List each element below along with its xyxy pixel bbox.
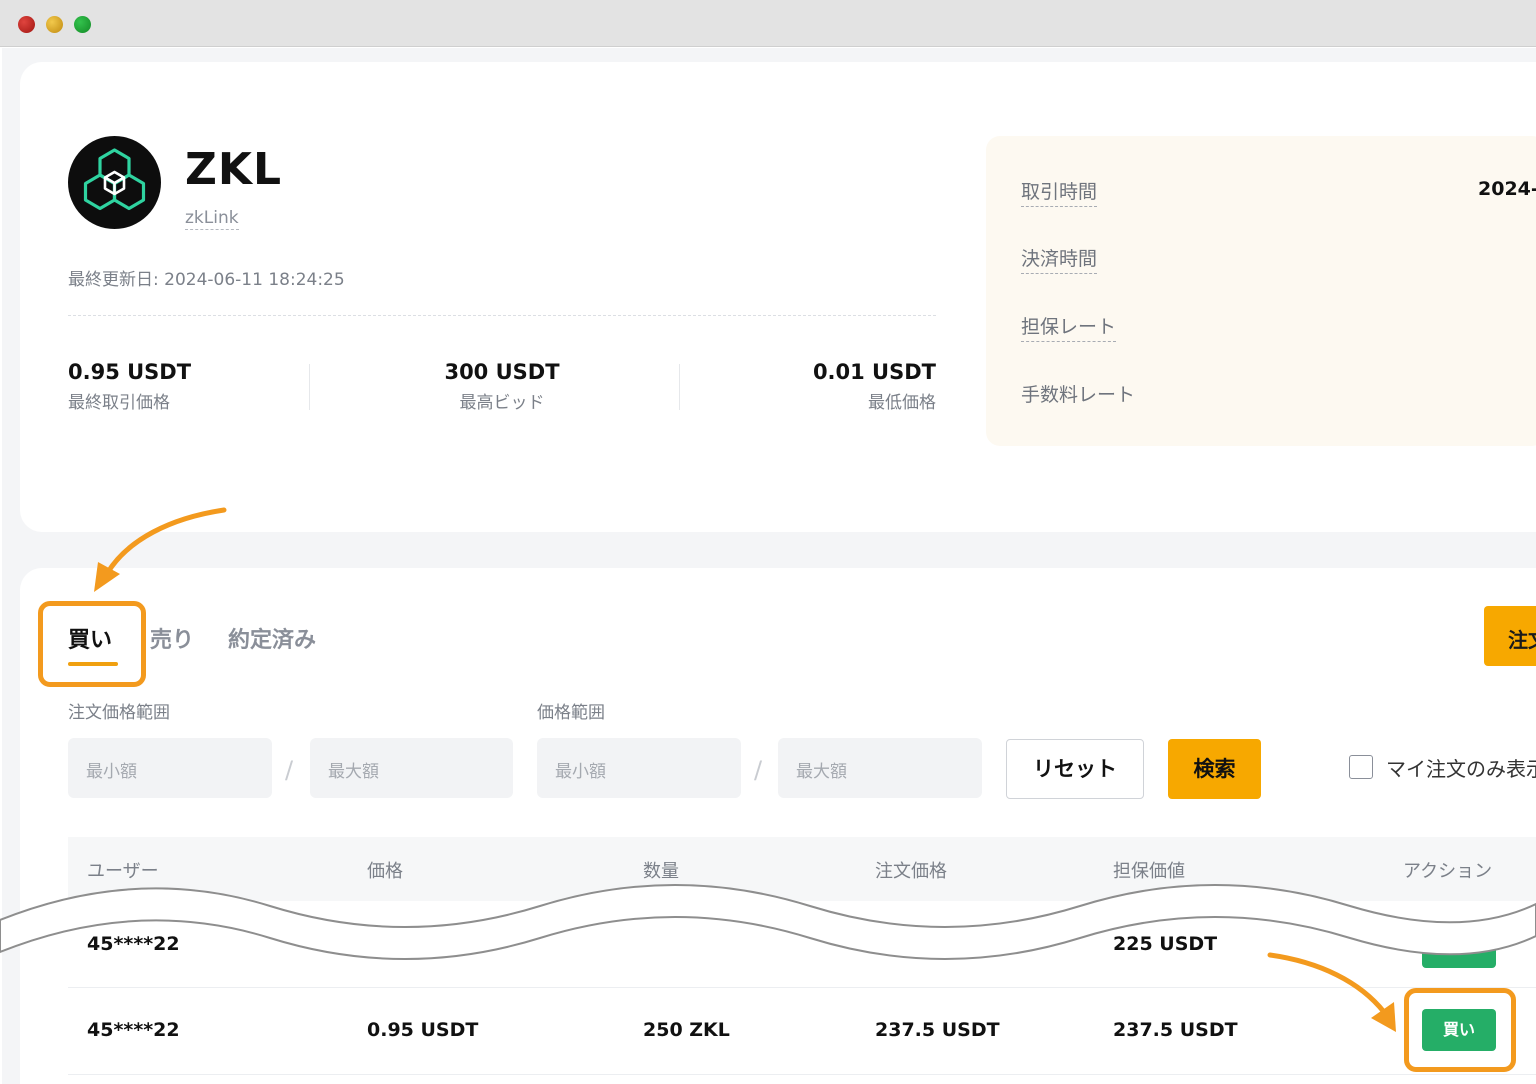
order-price-min-input[interactable]: 最小額 — [68, 738, 272, 798]
column-header-user: ユーザー — [87, 861, 159, 882]
tab-filled[interactable]: 約定済み — [228, 622, 316, 654]
column-header-collateral: 担保価値 — [1113, 861, 1185, 882]
row-divider — [68, 1074, 1536, 1075]
stat-label: 最終取引価格 — [68, 393, 170, 413]
info-label-collateral-rate[interactable]: 担保レート — [1021, 312, 1117, 342]
info-label-settlement-time[interactable]: 決済時間 — [1021, 244, 1098, 274]
cell-order-price: 237.5 USDT — [875, 1019, 1000, 1041]
column-header-price: 価格 — [367, 861, 403, 882]
row-divider — [68, 987, 1536, 988]
info-label-fee-rate: 手数料レート — [1021, 384, 1136, 406]
close-window-button[interactable] — [18, 16, 35, 33]
info-value-trading-time: 2024- — [1478, 178, 1536, 200]
stat-value: 0.95 USDT — [68, 360, 192, 384]
buy-button[interactable]: 買い — [1422, 926, 1496, 968]
order-price-max-input[interactable]: 最大額 — [310, 738, 513, 798]
zklink-logo-icon — [68, 136, 161, 229]
cell-price: 0.95 USDT — [367, 1019, 479, 1041]
cell-order-price: 225 USDT — [875, 933, 980, 955]
stat-label: 最高ビッド — [459, 393, 545, 413]
tab-sell[interactable]: 売り — [150, 622, 194, 654]
table-header — [68, 837, 1536, 901]
price-range-label: 価格範囲 — [537, 703, 605, 723]
minimize-window-button[interactable] — [46, 16, 63, 33]
order-price-range-label: 注文価格範囲 — [68, 703, 170, 723]
info-label-trading-time[interactable]: 取引時間 — [1021, 177, 1098, 207]
maximize-window-button[interactable] — [74, 16, 91, 33]
stat-separator — [309, 364, 310, 410]
last-updated-text: 最終更新日: 2024-06-11 18:24:25 — [68, 270, 345, 290]
my-orders-label[interactable]: マイ注文のみ表示 — [1386, 753, 1536, 782]
price-max-input[interactable]: 最大額 — [778, 738, 982, 798]
summary-divider — [68, 315, 936, 316]
column-header-order-price: 注文価格 — [875, 861, 947, 882]
cell-user: 45****22 — [87, 1019, 180, 1041]
stat-last-price: 0.95 USDT 最終取引価格 — [68, 360, 191, 413]
stat-lowest-price: 0.01 USDT 最低価格 — [736, 360, 936, 413]
range-separator: / — [754, 756, 763, 784]
cell-price: 0.95 USDT — [367, 933, 479, 955]
my-orders-checkbox[interactable] — [1349, 755, 1373, 779]
stat-value: 0.01 USDT — [812, 360, 936, 384]
window-titlebar — [0, 0, 1536, 47]
price-min-input[interactable]: 最小額 — [537, 738, 741, 798]
cell-user: 45****22 — [87, 933, 180, 955]
buy-tab-highlight — [38, 601, 146, 687]
search-button[interactable]: 検索 — [1168, 739, 1261, 799]
column-header-quantity: 数量 — [643, 861, 679, 882]
place-order-button[interactable]: 注文 — [1484, 606, 1536, 666]
stat-label: 最低価格 — [868, 393, 936, 413]
stat-separator — [679, 364, 680, 410]
token-name[interactable]: zkLink — [185, 208, 239, 230]
reset-button[interactable]: リセット — [1006, 739, 1144, 799]
token-symbol: ZKL — [185, 144, 283, 195]
cell-collateral: 225 USDT — [1113, 933, 1218, 955]
stat-value: 300 USDT — [444, 360, 560, 384]
buy-button-highlight — [1404, 988, 1516, 1072]
column-header-action: アクション — [1403, 861, 1493, 882]
stat-highest-bid: 300 USDT 最高ビッド — [402, 360, 602, 413]
cell-quantity: 250 ZKL — [643, 1019, 730, 1041]
range-separator: / — [285, 756, 294, 784]
cell-collateral: 237.5 USDT — [1113, 1019, 1238, 1041]
